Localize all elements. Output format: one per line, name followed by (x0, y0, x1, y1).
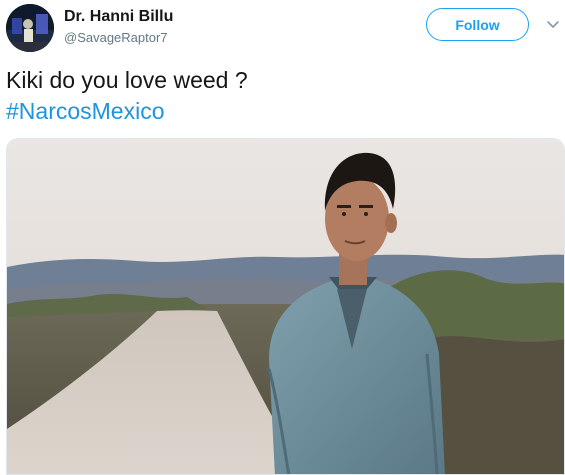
avatar-image (6, 4, 54, 52)
user-handle[interactable]: @SavageRaptor7 (64, 30, 168, 45)
tweet-photo[interactable] (6, 138, 565, 475)
display-name[interactable]: Dr. Hanni Billu (64, 8, 173, 26)
photo-image (7, 139, 564, 474)
avatar[interactable] (6, 4, 54, 52)
tweet-text: Kiki do you love weed ? (6, 67, 248, 93)
hashtag-link[interactable]: #NarcosMexico (6, 97, 165, 126)
chevron-down-icon[interactable] (545, 16, 561, 32)
tweet-card: Dr. Hanni Billu @SavageRaptor7 Follow Ki… (0, 0, 565, 475)
follow-button[interactable]: Follow (426, 8, 529, 41)
